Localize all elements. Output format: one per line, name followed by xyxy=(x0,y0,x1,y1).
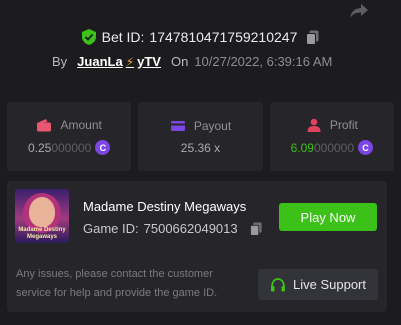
coin-icon: C xyxy=(95,140,111,155)
game-id-value: 7500662049013 xyxy=(143,221,238,236)
profit-value: 6.09 000000 C xyxy=(291,140,374,155)
stat-payout: Payout 25.36 x xyxy=(138,102,263,171)
bet-id-row: Bet ID: 1747810471759210247 xyxy=(0,29,401,45)
help-text: Any issues, please contact the customer … xyxy=(16,268,218,299)
play-now-button[interactable]: Play Now xyxy=(279,203,377,231)
on-label: On xyxy=(170,54,189,69)
person-icon xyxy=(307,118,321,132)
payout-value: 25.36 x xyxy=(180,140,221,155)
headset-icon xyxy=(271,277,285,291)
bet-date: 10/27/2022, 6:39:16 AM xyxy=(194,54,333,69)
coin-icon: C xyxy=(358,140,374,155)
username-link[interactable]: JuanLa ⚡ yTV xyxy=(77,54,161,69)
live-support-button[interactable]: Live Support xyxy=(258,269,378,300)
shield-check-icon xyxy=(81,29,96,45)
stats-row: Amount 0.25 000000 C Payout 25.36 x Profi… xyxy=(7,102,394,171)
game-title: Madame Destiny Megaways xyxy=(83,199,247,214)
live-support-label: Live Support xyxy=(293,277,366,292)
amount-value: 0.25 000000 C xyxy=(28,140,111,155)
bet-id-value: 1747810471759210247 xyxy=(149,29,298,45)
game-logo: Madame Destiny Megaways xyxy=(18,227,66,240)
copy-icon[interactable] xyxy=(306,30,319,45)
profit-label: Profit xyxy=(329,118,358,132)
payout-label: Payout xyxy=(193,118,232,133)
stat-profit: Profit 6.09 000000 C xyxy=(269,102,394,171)
by-label: By xyxy=(52,54,68,69)
username-part1: JuanLa xyxy=(77,54,123,69)
card-icon xyxy=(170,120,185,131)
share-icon[interactable] xyxy=(349,3,369,19)
author-row: By JuanLa ⚡ yTV On 10/27/2022, 6:39:16 A… xyxy=(52,54,332,69)
amount-label: Amount xyxy=(60,118,102,132)
username-part2: yTV xyxy=(137,54,161,69)
game-id-row: Game ID: 7500662049013 xyxy=(83,221,262,236)
copy-icon[interactable] xyxy=(249,222,262,236)
game-card: Madame Destiny Megaways Madame Destiny M… xyxy=(7,181,387,312)
wallet-icon xyxy=(37,119,52,132)
stat-amount: Amount 0.25 000000 C xyxy=(7,102,132,171)
lightning-icon: ⚡ xyxy=(125,54,135,69)
bet-id-label: Bet ID: xyxy=(101,29,145,45)
game-thumbnail[interactable]: Madame Destiny Megaways xyxy=(15,189,69,243)
game-id-label: Game ID: xyxy=(83,221,139,236)
